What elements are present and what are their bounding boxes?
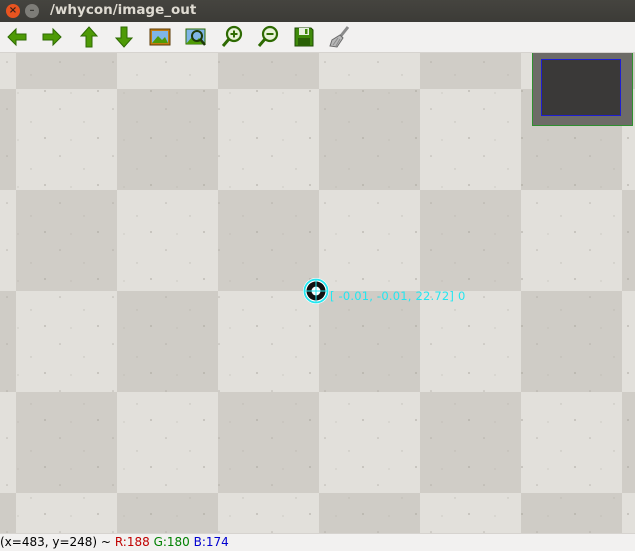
minimize-window-button[interactable]: – xyxy=(25,4,39,18)
zoom-image-icon xyxy=(185,28,206,46)
toolbar xyxy=(0,22,635,53)
status-bar: (x=483, y=248) ~ R:188 G:180 B:174 xyxy=(0,533,635,551)
zoom-reset-button[interactable] xyxy=(148,25,172,49)
close-window-button[interactable]: × xyxy=(6,4,20,18)
arrow-up-icon xyxy=(79,26,99,48)
pixel-blue-value: B:174 xyxy=(193,535,229,549)
cursor-coordinates: (x=483, y=248) ~ xyxy=(0,535,111,549)
title-bar: × – /whycon/image_out xyxy=(0,0,635,22)
arrow-right-icon xyxy=(42,27,62,47)
pan-right-button[interactable] xyxy=(40,25,64,49)
picture-icon xyxy=(149,28,171,46)
pixel-red-value: R:188 xyxy=(114,535,150,549)
pan-up-button[interactable] xyxy=(77,25,101,49)
arrow-down-icon xyxy=(114,26,134,48)
marker-pose-label: [ -0.01, -0.01, 22.72] 0 xyxy=(330,289,466,303)
floppy-disk-icon xyxy=(294,27,314,47)
zoom-in-icon xyxy=(221,25,243,47)
save-button[interactable] xyxy=(292,25,316,49)
image-view[interactable]: [ -0.01, -0.01, 22.72] 0 xyxy=(0,53,635,533)
window-title: /whycon/image_out xyxy=(50,2,197,18)
minimap-viewport-frame xyxy=(541,59,621,116)
pixel-green-value: G:180 xyxy=(153,535,190,549)
pan-left-button[interactable] xyxy=(5,25,29,49)
arrow-left-icon xyxy=(7,27,27,47)
zoom-out-icon xyxy=(257,25,279,47)
zoom-out-button[interactable] xyxy=(256,25,280,49)
brush-icon xyxy=(329,26,350,48)
zoom-fit-button[interactable] xyxy=(184,25,208,49)
minimap xyxy=(532,53,633,126)
zoom-in-button[interactable] xyxy=(220,25,244,49)
pan-down-button[interactable] xyxy=(112,25,136,49)
whycon-target-marker xyxy=(303,278,329,304)
properties-button[interactable] xyxy=(328,25,352,49)
